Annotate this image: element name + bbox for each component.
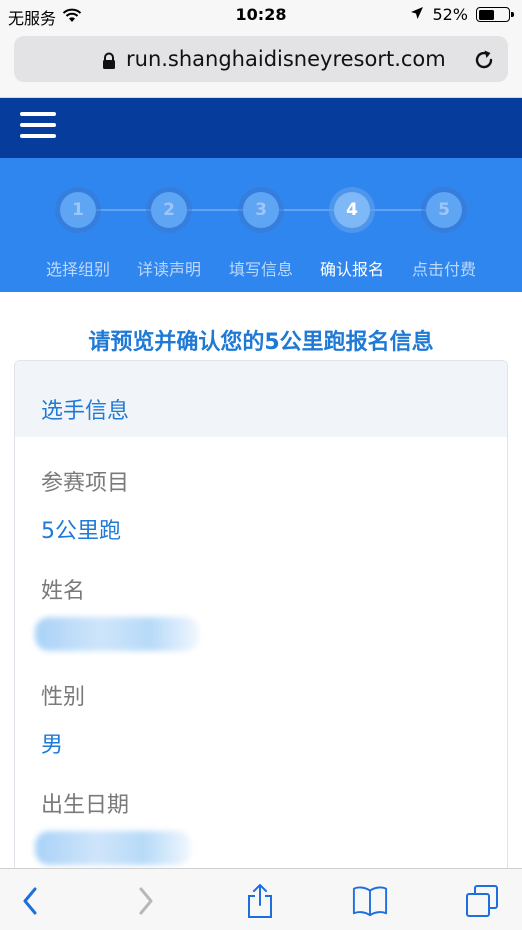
step-4-number: 4	[334, 192, 370, 228]
status-bar: 无服务 10:28 52%	[0, 0, 522, 32]
step-1: 1 选择组别	[33, 158, 123, 292]
step-5: 5 点击付费	[399, 158, 489, 292]
card-header: 选手信息	[15, 361, 507, 437]
battery-icon	[476, 7, 514, 22]
step-4-label: 确认报名	[319, 260, 384, 279]
registration-steps: 1 选择组别 2 详读声明 3 填写信息 4 确认报名 5 点击付费	[0, 158, 522, 292]
step-3: 3 填写信息	[216, 158, 306, 292]
field-label-birthdate: 出生日期	[41, 793, 130, 818]
step-4: 4 确认报名	[307, 158, 397, 292]
step-5-number: 5	[426, 192, 462, 228]
reload-icon[interactable]	[472, 48, 496, 76]
site-nav-bar	[0, 98, 522, 158]
redacted-name	[35, 617, 199, 651]
step-3-number: 3	[243, 192, 279, 228]
lock-icon	[102, 52, 116, 74]
browser-toolbar	[0, 868, 522, 930]
step-2-number: 2	[151, 192, 187, 228]
battery-fill	[478, 9, 494, 20]
step-1-label: 选择组别	[45, 260, 110, 279]
url-text: run.shanghaidisneyresort.com	[126, 47, 446, 71]
chevron-right-icon[interactable]	[128, 883, 164, 919]
battery-percent: 52%	[432, 5, 468, 24]
card-title: 选手信息	[41, 399, 130, 424]
step-5-label: 点击付费	[411, 260, 476, 279]
step-2-label: 详读声明	[136, 260, 201, 279]
field-value-gender: 男	[41, 733, 64, 758]
page-title: 请预览并确认您的5公里跑报名信息	[88, 330, 434, 355]
step-3-label: 填写信息	[228, 260, 293, 279]
browser-address-area: run.shanghaidisneyresort.com	[0, 32, 522, 98]
share-icon[interactable]	[242, 883, 278, 919]
field-label-name: 姓名	[41, 579, 86, 604]
step-1-number: 1	[60, 192, 96, 228]
field-value-event: 5公里跑	[41, 519, 121, 544]
redacted-birthdate	[35, 831, 191, 865]
step-2: 2 详读声明	[124, 158, 214, 292]
chevron-left-icon[interactable]	[12, 883, 48, 919]
field-label-event: 参赛项目	[41, 471, 130, 496]
tabs-icon[interactable]	[464, 883, 500, 919]
participant-info-card: 选手信息 参赛项目 5公里跑 姓名 性别 男 出生日期	[14, 360, 508, 900]
field-label-gender: 性别	[41, 685, 86, 710]
address-bar[interactable]: run.shanghaidisneyresort.com	[14, 36, 508, 82]
book-icon[interactable]	[352, 883, 388, 919]
menu-icon[interactable]	[20, 110, 56, 140]
status-right: 52%	[410, 5, 514, 24]
location-icon	[410, 5, 424, 24]
